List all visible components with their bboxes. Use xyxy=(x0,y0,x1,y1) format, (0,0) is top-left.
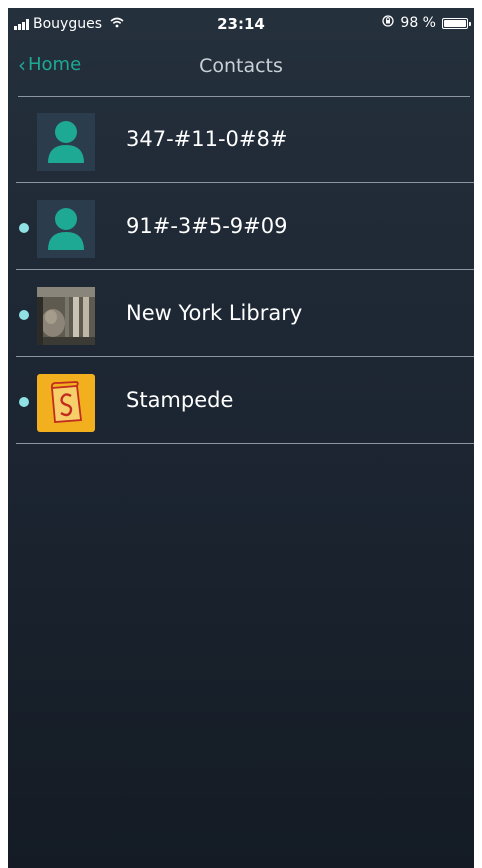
status-right: 98 % xyxy=(382,15,471,31)
contacts-screen: Bouygues 23:14 98 % ‹ Home Contacts 347-… xyxy=(8,8,474,868)
row-divider xyxy=(16,443,474,444)
status-bar: Bouygues 23:14 98 % xyxy=(8,8,474,40)
contact-row[interactable]: Stampede xyxy=(8,358,474,444)
orientation-lock-icon xyxy=(382,15,395,31)
back-button[interactable]: ‹ Home xyxy=(18,54,81,75)
unread-indicator xyxy=(19,310,29,320)
person-icon xyxy=(37,200,95,258)
battery-percent: 98 % xyxy=(400,15,436,31)
contact-name: 91#-3#5-9#09 xyxy=(126,214,288,238)
chevron-left-icon: ‹ xyxy=(18,52,26,77)
person-icon xyxy=(37,113,95,171)
unread-indicator xyxy=(19,223,29,233)
contact-name: Stampede xyxy=(126,388,234,412)
navigation-bar: ‹ Home Contacts xyxy=(8,48,474,88)
row-divider xyxy=(16,356,474,357)
back-label: Home xyxy=(28,54,82,75)
row-divider xyxy=(16,269,474,270)
row-divider xyxy=(16,182,474,183)
contact-row[interactable]: 347-#11-0#8# xyxy=(8,97,474,183)
unread-indicator xyxy=(19,397,29,407)
contact-row[interactable]: 91#-3#5-9#09 xyxy=(8,184,474,270)
contact-row[interactable]: New York Library xyxy=(8,271,474,357)
contact-name: 347-#11-0#8# xyxy=(126,127,288,151)
library-photo-avatar xyxy=(37,287,95,345)
battery-icon xyxy=(442,17,471,29)
contact-name: New York Library xyxy=(126,301,303,325)
stampede-logo-avatar xyxy=(37,374,95,432)
